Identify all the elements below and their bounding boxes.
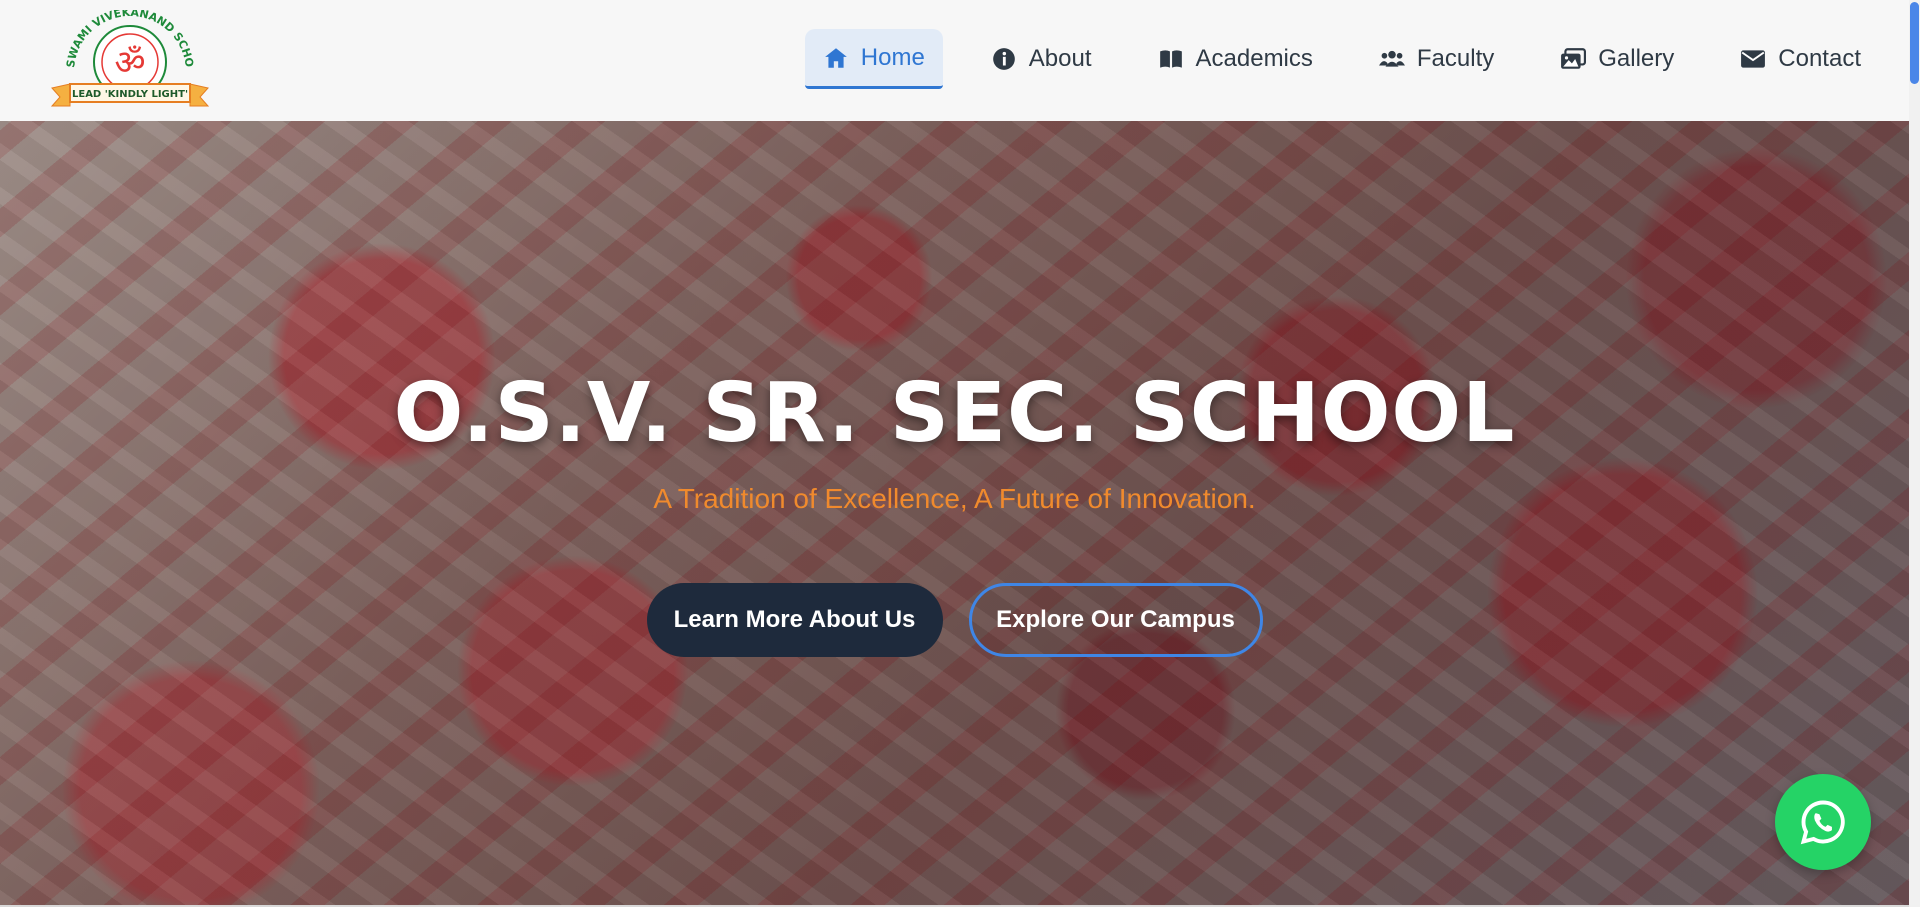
nav-academics-label: Academics (1195, 45, 1313, 72)
whatsapp-icon (1800, 800, 1845, 845)
users-icon (1378, 50, 1405, 67)
logo-ribbon-text: LEAD 'KINDLY LIGHT' (72, 89, 188, 100)
explore-campus-button[interactable]: Explore Our Campus (968, 583, 1263, 657)
main-nav: Home About Academics Faculty Gallery Con… (804, 29, 1909, 101)
hero-banner: O.S.V. SR. SEC. SCHOOL A Tradition of Ex… (0, 121, 1909, 907)
nav-gallery-label: Gallery (1598, 45, 1675, 72)
envelope-icon (1741, 50, 1766, 68)
book-icon (1159, 50, 1182, 68)
nav-faculty[interactable]: Faculty (1361, 29, 1512, 89)
nav-home[interactable]: Home (804, 29, 943, 89)
hero-title: O.S.V. SR. SEC. SCHOOL (393, 366, 1516, 461)
nav-gallery[interactable]: Gallery (1542, 29, 1692, 89)
learn-more-button[interactable]: Learn More About Us (646, 583, 943, 657)
site-header: SWAMI VIVEKANAND SCHOOL ॐ LEAD 'KINDLY L… (0, 0, 1909, 121)
nav-contact-label: Contact (1778, 45, 1861, 72)
home-icon (824, 47, 847, 68)
hero-buttons: Learn More About Us Explore Our Campus (0, 583, 1909, 657)
info-icon (992, 48, 1015, 70)
school-logo[interactable]: SWAMI VIVEKANAND SCHOOL ॐ LEAD 'KINDLY L… (41, 0, 214, 110)
page-scrollbar[interactable] (1909, 0, 1920, 907)
images-icon (1561, 48, 1587, 69)
om-symbol: ॐ (114, 43, 145, 83)
nav-home-label: Home (860, 43, 925, 71)
nav-contact[interactable]: Contact (1722, 29, 1879, 89)
hero-subtitle: A Tradition of Excellence, A Future of I… (653, 483, 1256, 514)
nav-about-label: About (1028, 45, 1092, 72)
nav-faculty-label: Faculty (1416, 45, 1495, 72)
whatsapp-button[interactable] (1775, 774, 1871, 870)
nav-about[interactable]: About (973, 29, 1110, 89)
nav-academics[interactable]: Academics (1140, 29, 1331, 89)
scrollbar-thumb[interactable] (1910, 2, 1919, 84)
